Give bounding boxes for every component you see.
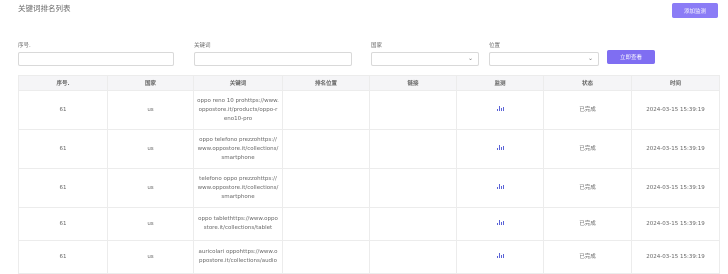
cell-rank bbox=[282, 168, 370, 208]
position-select[interactable]: ⌄ bbox=[489, 52, 599, 66]
cell-link bbox=[369, 129, 457, 169]
column-header: 时间 bbox=[631, 75, 720, 91]
column-header: 状态 bbox=[543, 75, 632, 91]
cell-link bbox=[369, 207, 457, 241]
cell-rank bbox=[282, 240, 370, 274]
keyword-filter-input[interactable] bbox=[194, 52, 352, 66]
position-filter-label: 位置 bbox=[489, 43, 501, 49]
seq-filter-label: 序号. bbox=[18, 43, 31, 49]
cell-status: 已完成 bbox=[543, 129, 632, 169]
cell-rank bbox=[282, 129, 370, 169]
cell-rank bbox=[282, 90, 370, 130]
table-row: 61 us auricolari oppohttps://www.opposto… bbox=[18, 240, 720, 274]
country-filter-label: 国家 bbox=[371, 43, 383, 49]
cell-keyword: oppo reno 10 prohttps://www.oppostore.it… bbox=[193, 90, 283, 130]
cell-monitor bbox=[456, 168, 544, 208]
chevron-down-icon: ⌄ bbox=[467, 55, 473, 62]
column-header: 序号. bbox=[18, 75, 108, 91]
cell-rank bbox=[282, 207, 370, 241]
bar-chart-icon[interactable] bbox=[496, 219, 504, 225]
top-bar: 关键词排名列表 添加监测 bbox=[0, 0, 728, 26]
table-row: 61 us oppo tablethttps://www.oppostore.i… bbox=[18, 207, 720, 241]
cell-country: us bbox=[107, 207, 194, 241]
keyword-filter-label: 关键词 bbox=[194, 43, 211, 49]
column-header: 监测 bbox=[456, 75, 544, 91]
seq-filter-input[interactable] bbox=[18, 52, 174, 66]
cell-status: 已完成 bbox=[543, 90, 632, 130]
cell-keyword: telefono oppo prezzohttps://www.oppostor… bbox=[193, 168, 283, 208]
add-monitor-button[interactable]: 添加监测 bbox=[672, 3, 718, 18]
cell-id: 61 bbox=[18, 207, 108, 241]
bar-chart-icon[interactable] bbox=[496, 105, 504, 111]
column-header: 链接 bbox=[369, 75, 457, 91]
cell-link bbox=[369, 240, 457, 274]
cell-id: 61 bbox=[18, 90, 108, 130]
cell-country: us bbox=[107, 129, 194, 169]
cell-keyword: oppo tablethttps://www.oppostore.it/coll… bbox=[193, 207, 283, 241]
cell-id: 61 bbox=[18, 168, 108, 208]
cell-status: 已完成 bbox=[543, 207, 632, 241]
cell-monitor bbox=[456, 240, 544, 274]
cell-country: us bbox=[107, 168, 194, 208]
cell-time: 2024-03-15 15:39:19 bbox=[631, 207, 720, 241]
cell-time: 2024-03-15 15:39:19 bbox=[631, 129, 720, 169]
cell-country: us bbox=[107, 90, 194, 130]
keyword-table: 序号. 国家 关键词 排名位置 链接 监测 状态 时间 61 us oppo r… bbox=[18, 75, 720, 274]
bar-chart-icon[interactable] bbox=[496, 183, 504, 189]
cell-link bbox=[369, 90, 457, 130]
cell-id: 61 bbox=[18, 240, 108, 274]
cell-monitor bbox=[456, 207, 544, 241]
cell-keyword: oppo telefono prezzohttps://www.oppostor… bbox=[193, 129, 283, 169]
cell-keyword: auricolari oppohttps://www.oppostore.it/… bbox=[193, 240, 283, 274]
table-row: 61 us telefono oppo prezzohttps://www.op… bbox=[18, 168, 720, 208]
search-button[interactable]: 立即查看 bbox=[607, 50, 655, 64]
bar-chart-icon[interactable] bbox=[496, 144, 504, 150]
column-header: 排名位置 bbox=[282, 75, 370, 91]
chevron-down-icon: ⌄ bbox=[587, 55, 593, 62]
cell-status: 已完成 bbox=[543, 168, 632, 208]
cell-time: 2024-03-15 15:39:19 bbox=[631, 168, 720, 208]
page-title: 关键词排名列表 bbox=[18, 4, 71, 13]
cell-link bbox=[369, 168, 457, 208]
column-header: 关键词 bbox=[193, 75, 283, 91]
cell-monitor bbox=[456, 90, 544, 130]
cell-time: 2024-03-15 15:39:19 bbox=[631, 240, 720, 274]
table-row: 61 us oppo reno 10 prohttps://www.oppost… bbox=[18, 90, 720, 130]
table-header-row: 序号. 国家 关键词 排名位置 链接 监测 状态 时间 bbox=[18, 75, 720, 91]
cell-status: 已完成 bbox=[543, 240, 632, 274]
cell-id: 61 bbox=[18, 129, 108, 169]
column-header: 国家 bbox=[107, 75, 194, 91]
cell-country: us bbox=[107, 240, 194, 274]
cell-time: 2024-03-15 15:39:19 bbox=[631, 90, 720, 130]
country-select[interactable]: ⌄ bbox=[371, 52, 479, 66]
table-row: 61 us oppo telefono prezzohttps://www.op… bbox=[18, 129, 720, 169]
cell-monitor bbox=[456, 129, 544, 169]
bar-chart-icon[interactable] bbox=[496, 252, 504, 258]
